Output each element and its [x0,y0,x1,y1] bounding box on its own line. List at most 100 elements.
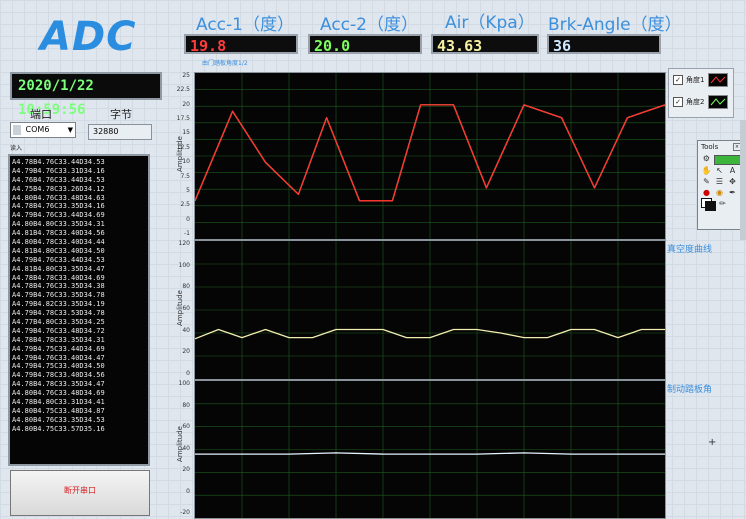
chart3-ylabel: Amplitude [175,426,184,462]
y-tick-label: 40 [182,326,190,334]
wire-icon[interactable]: ✎ [701,176,712,187]
chart1-ylabel: Amplitude [175,136,184,172]
y-tick-label: 22.5 [176,86,190,94]
reading-row: A4.80B4.76C33.35D34.53 [12,415,105,424]
reading-row: A4.81B4.80C33.35D34.47 [12,264,105,273]
legend-item-2[interactable]: ✓ 角度2 [669,91,733,113]
chart2-plot[interactable] [194,240,666,380]
chart1-plot[interactable] [194,72,666,240]
acc2-value: 20.0 [308,34,422,55]
y-tick-label: 20 [182,100,190,108]
chart2: 120 100 80 60 40 20 0 Amplitude [170,240,670,380]
reading-row: A4.76B4.76C33.44D34.53 [12,175,105,184]
y-tick-label: 17.5 [176,115,190,123]
reading-row: A4.79B4.76C33.35D34.78 [12,291,105,300]
legend-checkbox-1[interactable]: ✓ [673,75,683,85]
vertical-scrollbar[interactable] [740,120,746,240]
auto-tool-icon[interactable]: ⚙ [701,153,712,164]
bytes-value: 32880 [88,124,152,140]
reading-row: A4.80B4.80C33.35D34.31 [12,220,105,229]
reading-row: A4.79B4.78C33.40D34.56 [12,371,105,380]
color-swatch-icon[interactable] [701,198,716,211]
chart1: 25 22.5 20 17.5 15 12.5 10 7.5 5 2.5 0 -1 Amplitude [170,72,670,240]
brk-angle-label: Brk-Angle（度） [548,15,682,35]
tools-row-1: ⚙ [698,153,744,165]
reading-row: A4.79B4.76C33.31D34.16 [12,166,105,175]
y-tick-label: 100 [178,380,190,387]
reading-row: A4.79B4.76C33.48D34.72 [12,326,105,335]
y-tick-label: 25 [182,72,190,79]
shortcut-icon[interactable]: ☰ [714,176,725,187]
reading-row: A4.79B4.75C33.40D34.50 [12,362,105,371]
reading-row: A4.81B4.80C33.40D34.50 [12,246,105,255]
reading-row: A4.78B4.76C33.35D34.16 [12,202,105,211]
reading-row: A4.80B4.78C33.40D34.44 [12,238,105,247]
tools-row-5: ✏ [698,198,744,211]
reading-row: A4.78B4.76C33.35D34.38 [12,282,105,291]
tools-label: Tools [701,143,719,151]
y-tick-label: 20 [182,348,190,356]
color-picker-icon[interactable]: ✒ [727,187,738,198]
readings-list[interactable]: A4.78B4.76C33.44D34.53 A4.79B4.76C33.31D3… [8,154,150,466]
tools-row-2: ✋ ↖ A [698,165,744,176]
reading-row: A4.78B4.78C33.35D34.31 [12,335,105,344]
air-label: Air（Kpa） [445,13,535,33]
reading-row: A4.79B4.76C33.40D34.47 [12,353,105,362]
probe-icon[interactable]: ◉ [714,187,725,198]
read-label: 读入 [10,145,23,152]
reading-row: A4.79B4.76C33.44D34.53 [12,255,105,264]
pointer-icon[interactable]: ↖ [714,165,725,176]
legend-swatch-2[interactable] [708,95,729,109]
legend-label-2: 角度2 [686,98,705,106]
air-value: 43.63 [431,34,539,55]
reading-row: A4.78B4.76C33.44D34.53 [12,158,105,166]
clock-display: 2020/1/22 10:59:56 [10,72,162,118]
chart3-plot[interactable] [194,380,666,519]
y-tick-label: 80 [182,401,190,409]
operate-hand-icon[interactable]: ✋ [701,165,712,176]
chart2-caption: 真空度曲线 [667,245,713,255]
scroll-icon[interactable]: ✥ [727,176,738,187]
legend-swatch-1[interactable] [708,73,729,87]
reading-row: A4.79B4.76C33.44D34.69 [12,211,105,220]
reading-row: A4.78B4.78C33.35D34.47 [12,380,105,389]
port-label: 端口 [30,108,52,121]
reading-row: A4.80B4.76C33.48D34.69 [12,389,105,398]
y-tick-label: -1 [184,230,190,237]
chart1-legend: ✓ 角度1 ✓ 角度2 [668,68,734,118]
y-tick-label: 2.5 [180,201,190,209]
y-tick-label: 100 [178,261,190,269]
bytes-label: 字节 [110,108,132,121]
disconnect-port-button[interactable]: 断开串口 [10,470,150,516]
y-tick-label: 0 [186,215,190,223]
breakpoint-icon[interactable]: ● [701,187,712,198]
y-tick-label: 7.5 [180,172,190,180]
color-tool-icon[interactable]: ✏ [717,198,728,209]
port-value: COM6 [25,125,50,134]
chart1-caption: 由门踏板角度1/2 [202,60,248,67]
reading-row: A4.80B4.76C33.48D34.63 [12,193,105,202]
y-tick-label: 20 [182,466,190,473]
chart3: 100 80 60 40 20 0 -20 Amplitude [170,380,670,519]
chevron-down-icon: ▼ [67,126,73,134]
acc2-label: Acc-2（度） [320,15,418,35]
y-tick-label: -20 [180,509,190,516]
legend-label-1: 角度1 [686,76,705,84]
tools-row-3: ✎ ☰ ✥ [698,176,744,187]
auto-tool-toggle[interactable] [713,155,741,165]
y-tick-label: 5 [186,186,190,194]
reading-row: A4.79B4.75C33.44D34.69 [12,344,105,353]
y-tick-label: 0 [186,370,190,377]
legend-item-1[interactable]: ✓ 角度1 [669,69,733,91]
reading-row: A4.79B4.82C33.35D34.19 [12,300,105,309]
reading-row: A4.80B4.75C33.48D34.87 [12,406,105,415]
text-tool-icon[interactable]: A [727,165,738,176]
legend-checkbox-2[interactable]: ✓ [673,97,683,107]
brk-angle-value: 36 [547,34,661,55]
acc1-value: 19.8 [184,34,298,55]
reading-row: A4.77B4.80C33.35D34.25 [12,318,105,327]
chart3-caption: 制动踏板角 [667,385,713,395]
reading-row: A4.80B4.75C33.57D35.16 [12,424,105,433]
port-select[interactable]: COM6 ▼ [10,122,76,138]
reading-row: A4.79B4.78C33.53D34.78 [12,309,105,318]
